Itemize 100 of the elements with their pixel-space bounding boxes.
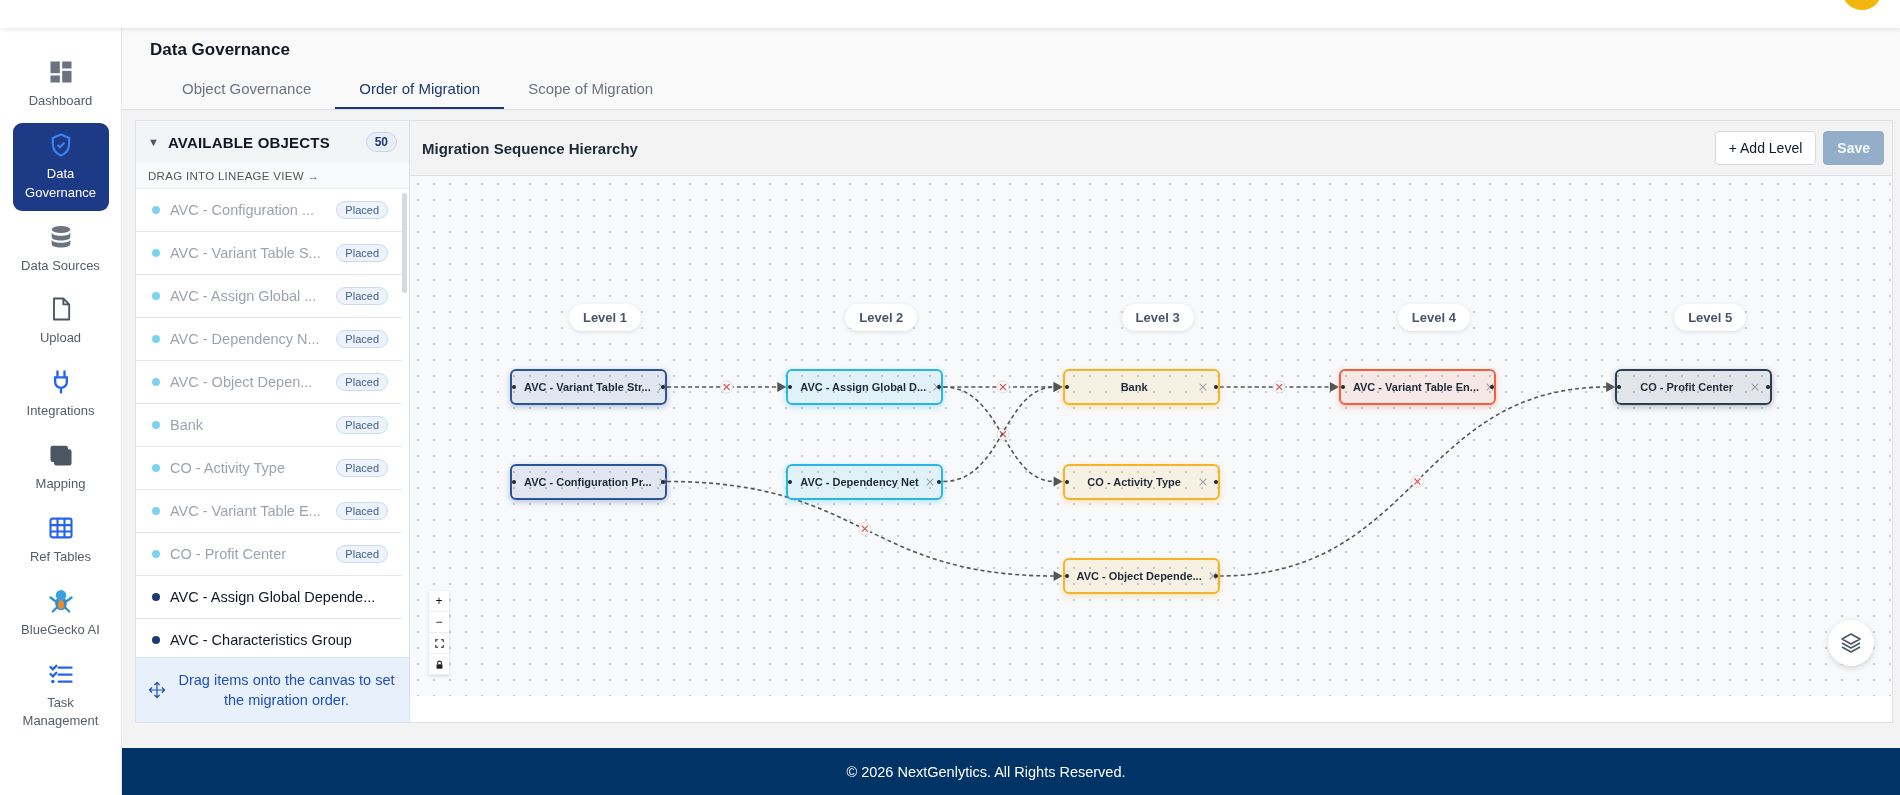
page-title: Data Governance	[150, 40, 291, 60]
node-card[interactable]: AVC - Dependency Net	[786, 463, 944, 500]
delete-link-icon[interactable]	[996, 380, 1010, 394]
nav-item[interactable]: Dashboard	[12, 50, 109, 119]
panel-title: AVAILABLE OBJECTS	[167, 133, 331, 151]
object-name: CO - Profit Center	[170, 546, 288, 562]
delete-link-icon[interactable]	[1410, 475, 1424, 488]
node-card[interactable]: AVC - Object Depende...	[1062, 558, 1220, 594]
node-card[interactable]: CO - Profit Center	[1615, 369, 1773, 405]
copyright-text: © 2026 NextGenlytics. All Rights Reserved.	[846, 763, 1126, 780]
node-card[interactable]: AVC - Variant Table En...	[1338, 369, 1496, 405]
node-card[interactable]: CO - Activity Type	[1062, 463, 1220, 500]
delete-link-icon[interactable]	[1272, 380, 1286, 394]
level-label: Level 2	[845, 304, 918, 331]
node-card[interactable]: AVC - Assign Global D...	[786, 369, 944, 405]
layers-button[interactable]	[1828, 620, 1874, 666]
status-dot-icon	[152, 593, 160, 601]
node-card[interactable]: AVC - Configuration Pr...	[510, 463, 667, 500]
object-item[interactable]: AVC - Variant Table E... Placed	[136, 490, 402, 533]
scrollbar[interactable]	[402, 193, 407, 293]
placed-badge: Placed	[336, 416, 388, 434]
drag-instructions: Drag items onto the canvas to set the migration order.	[177, 670, 396, 710]
status-dot-icon	[152, 335, 160, 343]
nav-item[interactable]: Ref Tables	[12, 505, 109, 575]
tab[interactable]: Scope of Migration	[504, 70, 678, 109]
tab[interactable]: Object Governance	[158, 70, 336, 109]
object-name: AVC - Variant Table S...	[170, 245, 322, 261]
zoom-control[interactable]: +	[429, 591, 449, 612]
node-label: AVC - Variant Table Str...	[524, 381, 651, 393]
nav-item[interactable]: BlueGecko AI	[12, 578, 109, 648]
node-label: AVC - Assign Global D...	[800, 381, 927, 393]
nav-item[interactable]: Integrations	[12, 360, 109, 430]
object-name: AVC - Dependency N...	[170, 331, 321, 347]
object-item[interactable]: AVC - Dependency N... Placed	[136, 318, 402, 361]
object-name: AVC - Assign Global ...	[170, 288, 318, 304]
object-item[interactable]: AVC - Assign Global ... Placed	[136, 275, 402, 318]
node-label: AVC - Dependency Net	[800, 475, 919, 488]
layers-icon	[1839, 631, 1863, 655]
nav-item[interactable]: Data Sources	[12, 214, 109, 284]
status-dot-icon	[152, 507, 160, 515]
level-label: Level 1	[568, 304, 642, 331]
object-item[interactable]: AVC - Configuration ... Placed	[136, 189, 402, 232]
object-name: CO - Activity Type	[170, 460, 286, 476]
placed-badge: Placed	[336, 330, 388, 348]
object-item[interactable]: Bank Placed	[136, 404, 402, 447]
delete-link-icon[interactable]	[720, 380, 734, 394]
close-icon[interactable]	[932, 382, 943, 392]
fit-view-icon	[434, 638, 444, 648]
lock-icon	[434, 659, 444, 669]
level-label: Level 4	[1397, 304, 1470, 331]
status-dot-icon	[152, 421, 160, 429]
nav-item[interactable]: Upload	[12, 287, 109, 357]
zoom-control[interactable]: −	[429, 612, 449, 633]
node-label: CO - Profit Center	[1639, 381, 1735, 393]
object-name: AVC - Object Depen...	[170, 374, 314, 390]
object-item[interactable]: AVC - Object Depen... Placed	[136, 361, 402, 404]
drag-hint: DRAG INTO LINEAGE VIEW →	[136, 163, 409, 189]
placed-badge: Placed	[336, 502, 388, 520]
placed-badge: Placed	[336, 287, 388, 305]
tab[interactable]: Order of Migration	[335, 70, 505, 109]
collapse-toggle[interactable]: ▼	[148, 136, 159, 148]
level-label: Level 3	[1121, 304, 1194, 331]
delete-link-icon[interactable]	[996, 427, 1010, 441]
nav-item[interactable]: Mapping	[12, 433, 109, 502]
nav-item[interactable]: Task Management	[12, 651, 109, 740]
placed-badge: Placed	[336, 244, 388, 262]
close-icon[interactable]	[1207, 571, 1218, 581]
count-badge: 50	[365, 132, 397, 152]
node-label: AVC - Configuration Pr...	[524, 475, 652, 488]
object-name: Bank	[170, 417, 205, 433]
status-dot-icon	[152, 550, 160, 558]
node-card[interactable]: Bank	[1062, 369, 1220, 405]
object-item[interactable]: CO - Activity Type Placed	[136, 447, 402, 490]
object-name: AVC - Variant Table E...	[170, 503, 322, 519]
node-card[interactable]: AVC - Variant Table Str...	[510, 369, 667, 405]
placed-badge: Placed	[336, 545, 388, 563]
nav-item[interactable]: Data Governance	[12, 122, 109, 211]
status-dot-icon	[152, 378, 160, 386]
canvas-title: Migration Sequence Hierarchy	[422, 139, 639, 157]
node-label: AVC - Variant Table En...	[1352, 381, 1479, 393]
level-label: Level 5	[1674, 304, 1747, 331]
delete-link-icon[interactable]	[858, 522, 872, 536]
placed-badge: Placed	[336, 459, 388, 477]
move-icon	[148, 681, 166, 699]
object-name: AVC - Assign Global Depende...	[170, 589, 377, 605]
status-dot-icon	[152, 464, 160, 472]
add-level-button[interactable]: + Add Level	[1714, 131, 1817, 165]
close-icon[interactable]	[656, 382, 667, 392]
object-name: AVC - Configuration ...	[170, 202, 315, 218]
object-item[interactable]: CO - Profit Center Placed	[136, 533, 402, 576]
placed-badge: Placed	[336, 201, 388, 219]
object-item[interactable]: AVC - Variant Table S... Placed	[136, 232, 402, 275]
node-label: AVC - Object Depende...	[1076, 570, 1202, 582]
status-dot-icon	[152, 206, 160, 214]
object-item[interactable]: AVC - Assign Global Depende...	[136, 576, 402, 619]
close-icon[interactable]	[657, 476, 668, 487]
placed-badge: Placed	[336, 373, 388, 391]
close-icon[interactable]	[1485, 382, 1495, 392]
node-label: Bank	[1119, 381, 1149, 393]
object-name: AVC - Characteristics Group	[170, 632, 353, 648]
